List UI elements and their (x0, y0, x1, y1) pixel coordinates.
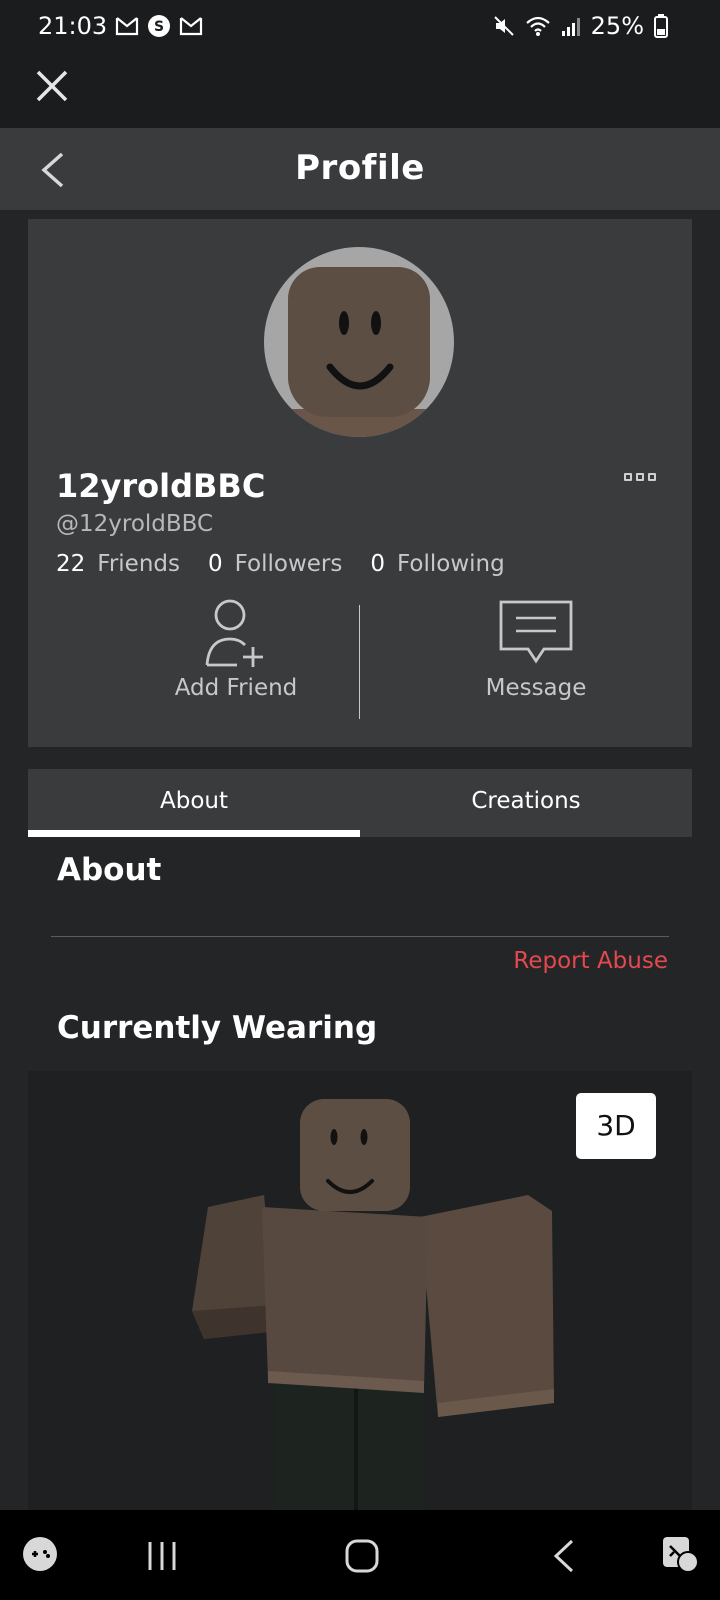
message-button[interactable]: Message (416, 599, 656, 701)
tab-creations[interactable]: Creations (360, 769, 692, 837)
stat-count: 0 (208, 551, 223, 577)
recent-apps-icon[interactable] (146, 1540, 178, 1572)
avatar[interactable] (264, 247, 454, 437)
add-friend-icon (205, 599, 263, 667)
battery-percent: 25% (590, 12, 644, 40)
system-icons: 25% (493, 12, 668, 40)
notification-icons: S (115, 14, 203, 38)
gmail-icon-2 (179, 17, 203, 36)
svg-text:S: S (154, 19, 164, 35)
top-bar (0, 52, 720, 128)
add-friend-label: Add Friend (174, 675, 298, 701)
about-divider (51, 936, 669, 937)
tab-active-indicator (28, 830, 360, 837)
report-abuse-link[interactable]: Report Abuse (513, 948, 668, 974)
message-label: Message (485, 675, 587, 701)
about-heading: About (57, 852, 162, 888)
action-divider (359, 605, 360, 719)
display-name: 12yroldBBC (56, 467, 266, 505)
add-friend-button[interactable]: Add Friend (116, 599, 356, 701)
smile-face-icon (326, 311, 394, 390)
profile-stats: 22 Friends 0 Followers 0 Following (56, 551, 505, 577)
avatar-head (288, 267, 430, 417)
view-3d-button[interactable]: 3D (576, 1093, 656, 1159)
stat-friends[interactable]: 22 Friends (56, 551, 180, 577)
stat-following[interactable]: 0 Following (370, 551, 504, 577)
mute-icon (493, 16, 514, 36)
signal-icon (561, 18, 580, 36)
profile-tabs: About Creations (28, 769, 692, 837)
s-app-icon: S (148, 15, 170, 37)
currently-wearing-heading: Currently Wearing (57, 1010, 378, 1046)
profile-card: 12yroldBBC @12yroldBBC 22 Friends 0 Follow… (28, 219, 692, 747)
battery-charging-icon (654, 14, 668, 38)
stat-count: 0 (370, 551, 386, 577)
message-icon (499, 600, 573, 664)
stat-followers[interactable]: 0 Followers (208, 551, 342, 577)
accessibility-touch-icon[interactable] (660, 1534, 700, 1574)
tab-about[interactable]: About (28, 769, 360, 837)
more-options-icon[interactable] (624, 473, 658, 487)
stat-label: Followers (234, 551, 343, 577)
tab-creations-label: Creations (471, 788, 581, 814)
system-nav-bar (0, 1510, 720, 1600)
username: @12yroldBBC (56, 511, 214, 537)
status-bar: 21:03 S 25% (0, 0, 720, 52)
avatar-3d-viewer[interactable]: 3D (28, 1071, 692, 1510)
stat-label: Following (397, 551, 505, 577)
gmail-icon (115, 17, 139, 36)
stat-count: 22 (56, 551, 86, 577)
game-launcher-icon[interactable] (22, 1536, 58, 1572)
wifi-icon (525, 16, 550, 36)
status-time: 21:03 (38, 12, 108, 40)
page-title: Profile (295, 148, 425, 188)
home-icon[interactable] (344, 1538, 380, 1574)
profile-header: Profile (0, 128, 720, 210)
stat-label: Friends (97, 551, 180, 577)
system-back-icon[interactable] (552, 1538, 576, 1574)
close-icon[interactable] (34, 68, 70, 104)
tab-about-label: About (159, 788, 228, 814)
